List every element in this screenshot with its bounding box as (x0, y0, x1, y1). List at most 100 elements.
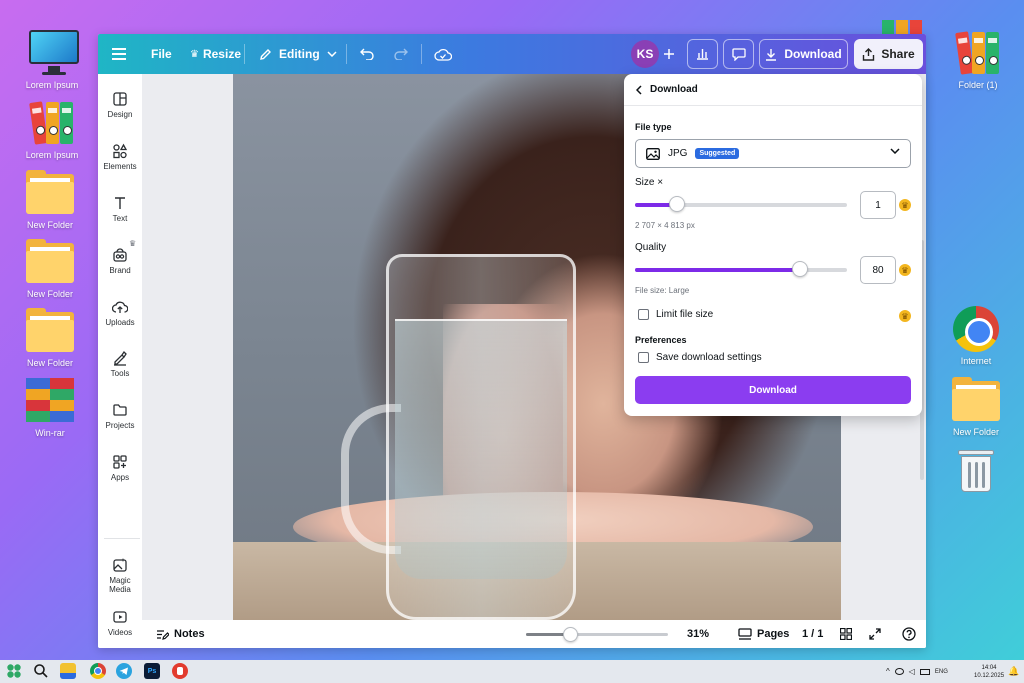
sidebar-item-text[interactable]: Text (98, 195, 142, 223)
sidebar-item-label: Projects (105, 421, 135, 430)
desktop-icon-lorem-ipsum-1[interactable]: Lorem Ipsum (16, 30, 88, 91)
download-panel-header[interactable]: Download (624, 74, 922, 106)
search-icon (34, 664, 48, 678)
save-settings-option[interactable]: Save download settings (638, 352, 762, 363)
size-slider-knob[interactable] (669, 196, 685, 212)
taskbar: Ps ^ ◁ ENG 14:04 10.12.2025 🔔 (0, 660, 1024, 683)
user-avatar[interactable]: KS (631, 40, 659, 68)
undo-button[interactable] (360, 34, 374, 74)
recycle-bin-icon (958, 448, 994, 492)
desktop-icon-label: Lorem Ipsum (25, 80, 79, 90)
insights-button[interactable] (687, 39, 718, 69)
sidebar-item-uploads[interactable]: Uploads (98, 299, 142, 327)
start-button[interactable] (6, 663, 22, 679)
fullscreen-button[interactable] (869, 620, 881, 648)
download-label: Download (784, 47, 842, 61)
desktop-icon-label: New Folder (952, 427, 999, 437)
zoom-slider[interactable] (526, 627, 668, 642)
preferences-label: Preferences (635, 335, 687, 345)
folder-icon (952, 377, 1000, 423)
suggested-badge: Suggested (695, 148, 740, 159)
taskbar-chrome[interactable] (90, 663, 106, 679)
share-button[interactable]: Share (854, 39, 923, 69)
limit-file-size-checkbox[interactable] (638, 309, 649, 320)
file-type-label: File type (635, 122, 672, 132)
elements-icon (113, 143, 128, 159)
file-type-select[interactable]: JPG Suggested (635, 139, 911, 168)
help-button[interactable] (902, 620, 916, 648)
crown-icon: ♛ (190, 48, 199, 60)
resize-button[interactable]: ♛ Resize (190, 34, 241, 74)
sidebar-item-tools[interactable]: Tools (98, 350, 142, 378)
desktop-icon-label: Lorem Ipsum (25, 150, 79, 160)
zoom-percentage[interactable]: 31% (687, 620, 709, 648)
notes-button[interactable]: Notes (156, 620, 205, 648)
desktop-icon-new-folder-1[interactable]: New Folder (14, 170, 86, 231)
sidebar-item-apps[interactable]: Apps (98, 454, 142, 482)
taskbar-file-explorer[interactable] (60, 663, 76, 679)
save-settings-checkbox[interactable] (638, 352, 649, 363)
network-icon (894, 668, 904, 675)
desktop-icon-internet[interactable]: Internet (940, 306, 1012, 367)
sidebar-item-elements[interactable]: Elements (98, 143, 142, 171)
taskbar-photoshop[interactable]: Ps (144, 663, 160, 679)
sidebar-item-brand[interactable]: ♛ Brand (98, 239, 142, 275)
comments-button[interactable] (723, 39, 754, 69)
download-confirm-button[interactable]: Download (635, 376, 911, 404)
design-icon (113, 92, 127, 106)
taskbar-app[interactable] (172, 663, 188, 679)
zoom-slider-knob[interactable] (562, 627, 578, 642)
premium-crown-icon: ♛ (899, 199, 911, 211)
grid-icon (840, 628, 852, 640)
chevron-left-icon (636, 84, 642, 95)
hamburger-icon (112, 48, 126, 60)
download-icon (766, 48, 777, 61)
limit-file-size-option[interactable]: Limit file size (638, 309, 713, 320)
notification-button[interactable]: 🔔 (1008, 660, 1019, 683)
download-button[interactable]: Download (759, 39, 848, 69)
sidebar-item-design[interactable]: Design (98, 91, 142, 119)
grid-view-button[interactable] (840, 620, 852, 648)
winrar-icon (26, 378, 74, 424)
editing-mode-button[interactable]: Editing (259, 34, 337, 74)
monitor-icon (28, 30, 79, 76)
clock[interactable]: 14:04 10.12.2025 (974, 660, 1004, 683)
file-menu[interactable]: File (151, 34, 172, 74)
pages-label: Pages (757, 628, 790, 640)
chrome-icon (94, 667, 102, 675)
sidebar-item-projects[interactable]: Projects (98, 402, 142, 430)
system-tray[interactable]: ^ ◁ ENG (886, 660, 948, 683)
desktop-icon-new-folder-2[interactable]: New Folder (14, 239, 86, 300)
sidebar-item-magic-media[interactable]: Magic Media (98, 557, 142, 594)
menu-button[interactable] (112, 34, 126, 74)
desktop-icon-label: New Folder (26, 220, 73, 230)
quality-slider[interactable] (635, 261, 847, 277)
add-collaborator-button[interactable] (660, 34, 678, 74)
size-slider[interactable] (635, 196, 847, 212)
desktop-icon-win-rar[interactable]: Win-rar (14, 378, 86, 439)
photoshop-icon: Ps (147, 667, 157, 675)
desktop-icon-label: Folder (1) (958, 80, 998, 90)
pages-button[interactable]: Pages (738, 620, 789, 648)
size-label: Size × (635, 177, 664, 188)
file-type-value: JPG (668, 148, 688, 159)
desktop-icon-folder-1[interactable]: Folder (1) (942, 30, 1014, 91)
dimensions-text: 2 707 × 4 813 px (635, 221, 695, 230)
desktop-icon-recycle-bin[interactable] (940, 448, 1012, 496)
desktop-icon-label: New Folder (26, 289, 73, 299)
desktop-icon-new-folder-3[interactable]: New Folder (14, 308, 86, 369)
taskbar-telegram[interactable] (116, 663, 132, 679)
file-size-text: File size: Large (635, 286, 690, 295)
folder-icon (26, 239, 74, 285)
desktop-icon-new-folder-4[interactable]: New Folder (940, 377, 1012, 438)
quality-input[interactable]: 80 (860, 256, 896, 284)
sidebar-item-videos[interactable]: Videos (98, 609, 142, 637)
sidebar-item-label: Brand (109, 266, 131, 275)
redo-button[interactable] (394, 34, 408, 74)
app-icon (177, 667, 183, 675)
save-status-button[interactable] (434, 34, 452, 74)
quality-slider-knob[interactable] (792, 261, 808, 277)
desktop-icon-lorem-ipsum-2[interactable]: Lorem Ipsum (16, 100, 88, 161)
taskbar-search-button[interactable] (33, 663, 49, 679)
size-input[interactable]: 1 (860, 191, 896, 219)
